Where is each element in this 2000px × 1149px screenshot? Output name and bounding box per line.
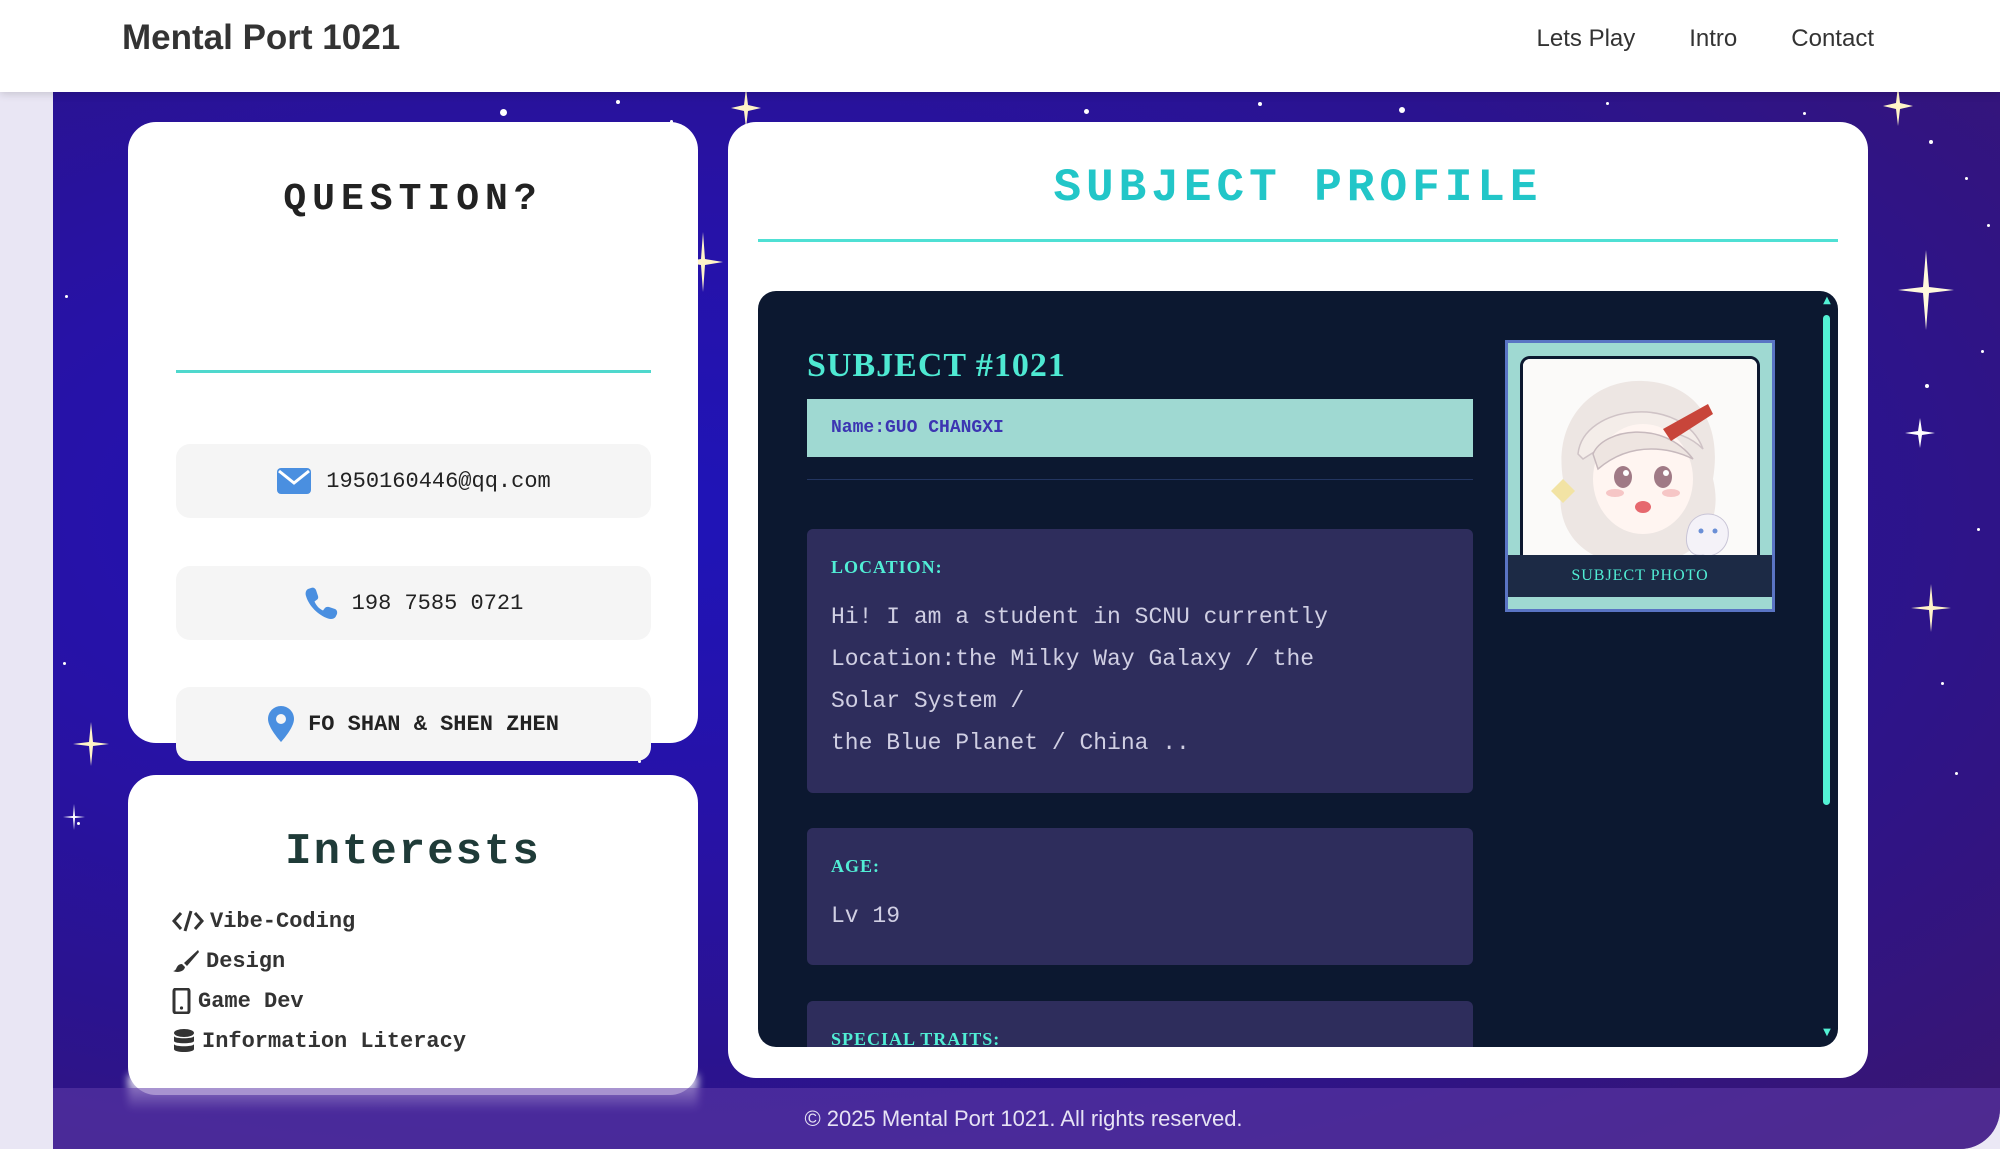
interest-label: Vibe-Coding xyxy=(210,908,356,934)
envelope-icon xyxy=(277,468,312,494)
location-description: Hi! I am a student in SCNU currently Loc… xyxy=(831,604,1328,756)
age-label: AGE: xyxy=(831,856,880,876)
age-block: AGE: Lv 19 xyxy=(807,828,1473,965)
divider xyxy=(807,479,1473,480)
contact-title: QUESTION? xyxy=(283,178,543,221)
sparkle-icon xyxy=(1898,250,1954,330)
phone-pill[interactable]: 198 7585 0721 xyxy=(176,566,651,640)
interest-item: Vibe-Coding xyxy=(172,901,466,941)
contact-card: QUESTION? 1950160446@qq.com 198 7585 072… xyxy=(128,122,698,761)
email-pill[interactable]: 1950160446@qq.com xyxy=(176,444,651,518)
interest-item: Design xyxy=(172,941,466,981)
subject-id: SUBJECT #1021 xyxy=(807,347,1066,384)
location-block: LOCATION: Hi! I am a student in SCNU cur… xyxy=(807,529,1473,793)
location-text: FO SHAN & SHEN ZHEN xyxy=(308,711,559,737)
location-pill[interactable]: FO SHAN & SHEN ZHEN xyxy=(176,687,651,761)
title-divider xyxy=(176,370,651,373)
database-icon xyxy=(174,1029,194,1052)
traits-label: SPECIAL TRAITS: xyxy=(831,1029,1001,1047)
page-left-margin xyxy=(0,92,53,1149)
mobile-icon xyxy=(172,988,191,1014)
nav-contact[interactable]: Contact xyxy=(1791,24,1874,54)
interest-label: Information Literacy xyxy=(202,1028,467,1054)
site-brand[interactable]: Mental Port 1021 xyxy=(122,18,400,58)
sparkle-icon xyxy=(73,722,109,766)
location-label: LOCATION: xyxy=(831,557,943,577)
scroll-up-arrow-icon[interactable]: ▲ xyxy=(1821,295,1833,306)
subject-name: Name:GUO CHANGXI xyxy=(807,399,1473,457)
scroll-down-arrow-icon[interactable]: ▼ xyxy=(1821,1027,1833,1038)
top-navbar: Mental Port 1021 Lets Play Intro Contact xyxy=(0,0,2000,92)
sparkle-icon xyxy=(1905,418,1935,448)
interests-card: Interests Vibe-Coding Design Game Dev In… xyxy=(128,775,698,1095)
map-pin-icon xyxy=(268,706,295,742)
subject-photo-frame: SUBJECT PHOTO xyxy=(1505,340,1775,612)
sparkle-icon xyxy=(63,804,85,830)
code-icon xyxy=(172,910,204,932)
interest-label: Design xyxy=(206,948,286,974)
age-value: Lv 19 xyxy=(831,903,901,929)
sparkle-icon xyxy=(1911,584,1951,632)
interest-label: Game Dev xyxy=(198,988,304,1014)
title-divider xyxy=(758,239,1838,242)
nav-lets-play[interactable]: Lets Play xyxy=(1537,24,1636,54)
scrollbar-thumb[interactable] xyxy=(1823,315,1830,805)
interest-item: Game Dev xyxy=(172,981,466,1021)
sparkle-icon xyxy=(1883,92,1913,126)
profile-terminal[interactable]: SUBJECT #1021 Name:GUO CHANGXI LOCATION:… xyxy=(758,291,1838,1047)
phone-text: 198 7585 0721 xyxy=(351,590,524,616)
traits-block: SPECIAL TRAITS: xyxy=(807,1001,1473,1047)
page-footer: © 2025 Mental Port 1021. All rights rese… xyxy=(53,1088,2000,1149)
interests-list: Vibe-Coding Design Game Dev Information … xyxy=(172,901,466,1061)
footer-copyright: © 2025 Mental Port 1021. All rights rese… xyxy=(804,1105,1243,1131)
brush-icon xyxy=(173,950,199,972)
interest-item: Information Literacy xyxy=(172,1021,466,1061)
nav-intro[interactable]: Intro xyxy=(1689,24,1737,54)
photo-caption: SUBJECT PHOTO xyxy=(1508,555,1772,597)
phone-icon xyxy=(305,587,337,619)
profile-title: SUBJECT PROFILE xyxy=(1053,162,1543,214)
email-text: 1950160446@qq.com xyxy=(326,468,551,494)
main-nav: Lets Play Intro Contact xyxy=(1537,24,1874,54)
profile-card: SUBJECT PROFILE SUBJECT #1021 Name:GUO C… xyxy=(728,122,1868,1078)
interests-title: Interests xyxy=(285,827,541,877)
